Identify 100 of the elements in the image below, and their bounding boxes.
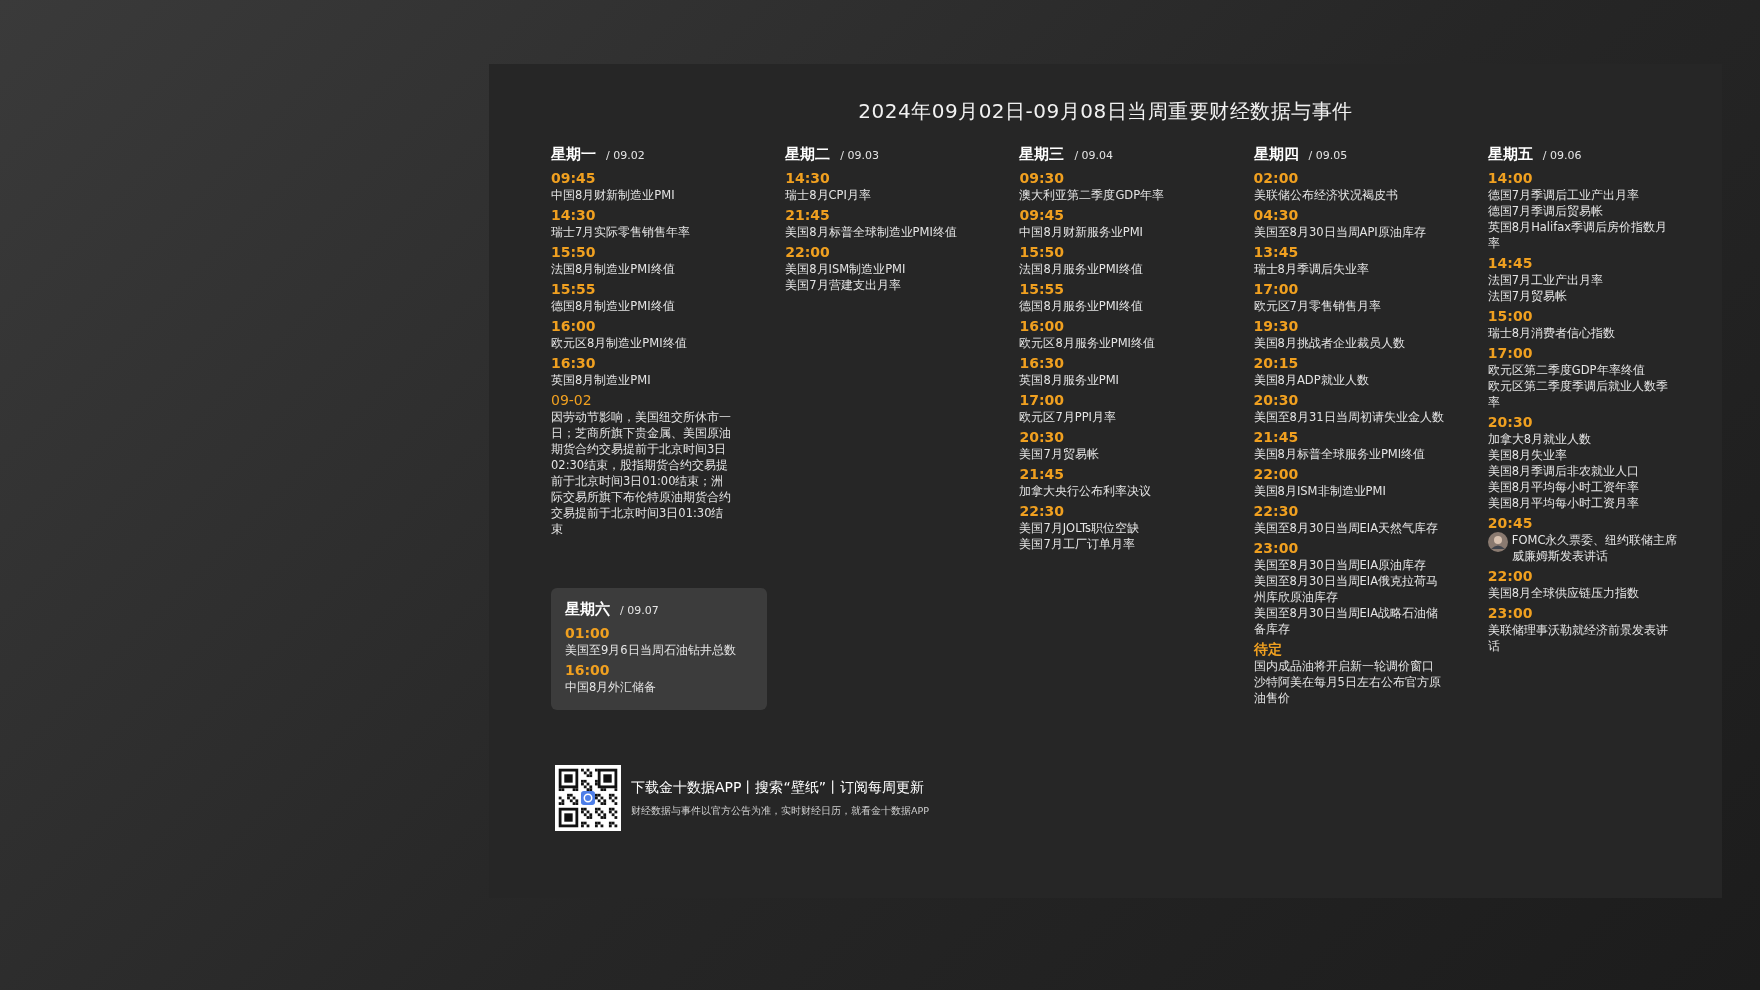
event-text: 欧元区第二季度GDP年率终值 (1487, 362, 1646, 378)
event-time: 15:00 (1487, 307, 1534, 325)
event-time: 23:00 (1253, 539, 1300, 557)
event-text: 美国至8月30日当周EIA天然气库存 (1253, 520, 1440, 536)
event-time: 22:00 (1487, 567, 1534, 585)
event-time: 01:00 (565, 624, 611, 642)
event-time: 16:00 (551, 317, 597, 335)
event-text: 瑞士8月CPI月率 (785, 187, 872, 203)
event-text: 欧元区第二季度季调后就业人数季率 (1487, 378, 1669, 410)
event-time: 20:30 (1019, 428, 1065, 446)
event-time: 16:00 (565, 661, 611, 679)
day-date: / 09.03 (840, 149, 879, 162)
event-text: 法国8月服务业PMI终值 (1019, 261, 1144, 277)
event-text: 美国8月季调后非农就业人口 (1487, 463, 1641, 479)
event-text: 美国8月平均每小时工资年率 (1487, 479, 1641, 495)
event-time: 14:30 (551, 206, 597, 224)
event-text: 美国8月平均每小时工资月率 (1487, 495, 1641, 511)
event-text: 中国8月财新服务业PMI (1019, 224, 1144, 240)
event-time: 21:45 (1253, 428, 1300, 446)
event-text: 美国7月JOLTs职位空缺 (1019, 520, 1141, 536)
event-text: 美国8月ISM非制造业PMI (1253, 483, 1387, 499)
event-time: 19:30 (1253, 317, 1300, 335)
event-text: 瑞士7月实际零售销售年率 (551, 224, 692, 240)
event-text: 美国至9月6日当周石油钻井总数 (565, 642, 737, 658)
event-text: 英国8月服务业PMI (1019, 372, 1120, 388)
event-text: 英国8月Halifax季调后房价指数月率 (1487, 219, 1669, 251)
event-text: 美国至8月30日当周API原油库存 (1253, 224, 1427, 240)
event-text: 美国至8月31日当周初请失业金人数 (1253, 409, 1444, 425)
day-date: / 09.02 (606, 149, 645, 162)
event-text: 加拿大央行公布利率决议 (1019, 483, 1153, 499)
event-text: 欧元区7月零售销售月率 (1253, 298, 1382, 314)
event-time: 22:30 (1253, 502, 1300, 520)
event-time: 待定 (1253, 640, 1283, 658)
calendar-title: 2024年09月02日-09月08日当周重要财经数据与事件 (857, 98, 1354, 125)
event-text: 因劳动节影响，美国纽交所休市一日；芝商所旗下贵金属、美国原油期货合约交易提前于北京时间3日02:30结束，股指期货合约交易提前于北京时间3日01:00结束；洲际交易所旗下布伦特原油期货合约交易提前于北京时间3日01:30结束 (551, 409, 731, 537)
event-text: 美国7月工厂订单月率 (1019, 536, 1136, 552)
event-time: 13:45 (1253, 243, 1300, 261)
day-date: / 09.04 (1074, 149, 1114, 162)
event-text: 瑞士8月季调后失业率 (1253, 261, 1370, 277)
event-text: 美国7月营建支出月率 (785, 277, 902, 293)
event-text: 美国7月贸易帐 (1019, 446, 1100, 462)
qr-code-icon (555, 765, 621, 831)
event-text: 美国8月挑战者企业裁员人数 (1253, 335, 1406, 351)
event-time: 20:30 (1487, 413, 1534, 431)
event-time: 15:50 (1019, 243, 1065, 261)
day-name: 星期三 (1019, 145, 1065, 164)
event-time: 15:55 (1019, 280, 1065, 298)
event-text: 加拿大8月就业人数 (1487, 431, 1593, 447)
event-text: 瑞士8月消费者信心指数 (1487, 325, 1617, 341)
event-time: 20:15 (1253, 354, 1300, 372)
event-time: 20:45 (1487, 514, 1534, 532)
event-text: 美国至8月30日当周EIA战略石油储备库存 (1253, 605, 1440, 637)
event-text: 国内成品油将开启新一轮调价窗口 (1253, 658, 1435, 674)
event-text: 法国7月工业产出月率 (1487, 272, 1605, 288)
event-time: 04:30 (1253, 206, 1300, 224)
event-text: 美国8月标普全球服务业PMI终值 (1253, 446, 1427, 462)
event-text: 美国8月全球供应链压力指数 (1487, 585, 1641, 601)
event-time: 16:30 (1019, 354, 1065, 372)
event-time: 17:00 (1487, 344, 1534, 362)
event-time: 02:00 (1253, 169, 1300, 187)
day-name: 星期六 (565, 600, 610, 619)
event-time: 22:00 (785, 243, 831, 261)
event-time: 14:30 (785, 169, 831, 187)
day-name: 星期四 (1253, 145, 1299, 164)
event-time: 14:45 (1487, 254, 1534, 272)
event-text: 德国7月季调后工业产出月率 (1487, 187, 1641, 203)
event-text: 中国8月外汇储备 (565, 679, 658, 695)
event-text: 美联储公布经济状况褐皮书 (1253, 187, 1399, 203)
event-time: 15:55 (551, 280, 597, 298)
event-time: 09:45 (1019, 206, 1065, 224)
event-text: 美国8月ISM制造业PMI (785, 261, 907, 277)
event-time: 09:30 (1019, 169, 1065, 187)
event-text: 欧元区7月PPI月率 (1019, 409, 1117, 425)
event-time: 20:30 (1253, 391, 1300, 409)
day-name: 星期一 (551, 145, 596, 164)
event-time: 09-02 (551, 391, 593, 409)
event-text: 美国至8月30日当周EIA俄克拉荷马州库欣原油库存 (1253, 573, 1440, 605)
footer-headline: 下载金十数据APP丨搜索“壁纸”丨订阅每周更新 (631, 778, 925, 797)
event-text: 欧元区8月服务业PMI终值 (1019, 335, 1156, 351)
event-time: 14:00 (1487, 169, 1534, 187)
event-text: 英国8月制造业PMI (551, 372, 652, 388)
event-text: 欧元区8月制造业PMI终值 (551, 335, 688, 351)
event-text: FOMC永久票委、纽约联储主席威廉姆斯发表讲话 (1511, 532, 1678, 564)
day-name: 星期二 (785, 145, 831, 164)
event-time: 21:45 (785, 206, 831, 224)
event-time: 21:45 (1019, 465, 1065, 483)
event-text: 法国7月贸易帐 (1487, 288, 1569, 304)
event-text: 美国8月ADP就业人数 (1253, 372, 1370, 388)
event-text: 沙特阿美在每月5日左右公布官方原油售价 (1253, 674, 1442, 706)
event-text: 中国8月财新制造业PMI (551, 187, 676, 203)
event-time: 17:00 (1253, 280, 1300, 298)
event-text: 美国至8月30日当周EIA原油库存 (1253, 557, 1428, 573)
event-text: 法国8月制造业PMI终值 (551, 261, 676, 277)
event-time: 15:50 (551, 243, 597, 261)
event-text: 澳大利亚第二季度GDP年率 (1019, 187, 1166, 203)
event-text: 德国7月季调后贸易帐 (1487, 203, 1605, 219)
footer-note: 财经数据与事件以官方公告为准，实时财经日历，就看金十数据APP (631, 804, 929, 818)
event-text: 德国8月制造业PMI终值 (551, 298, 676, 314)
event-time: 17:00 (1019, 391, 1065, 409)
event-time: 16:30 (551, 354, 597, 372)
